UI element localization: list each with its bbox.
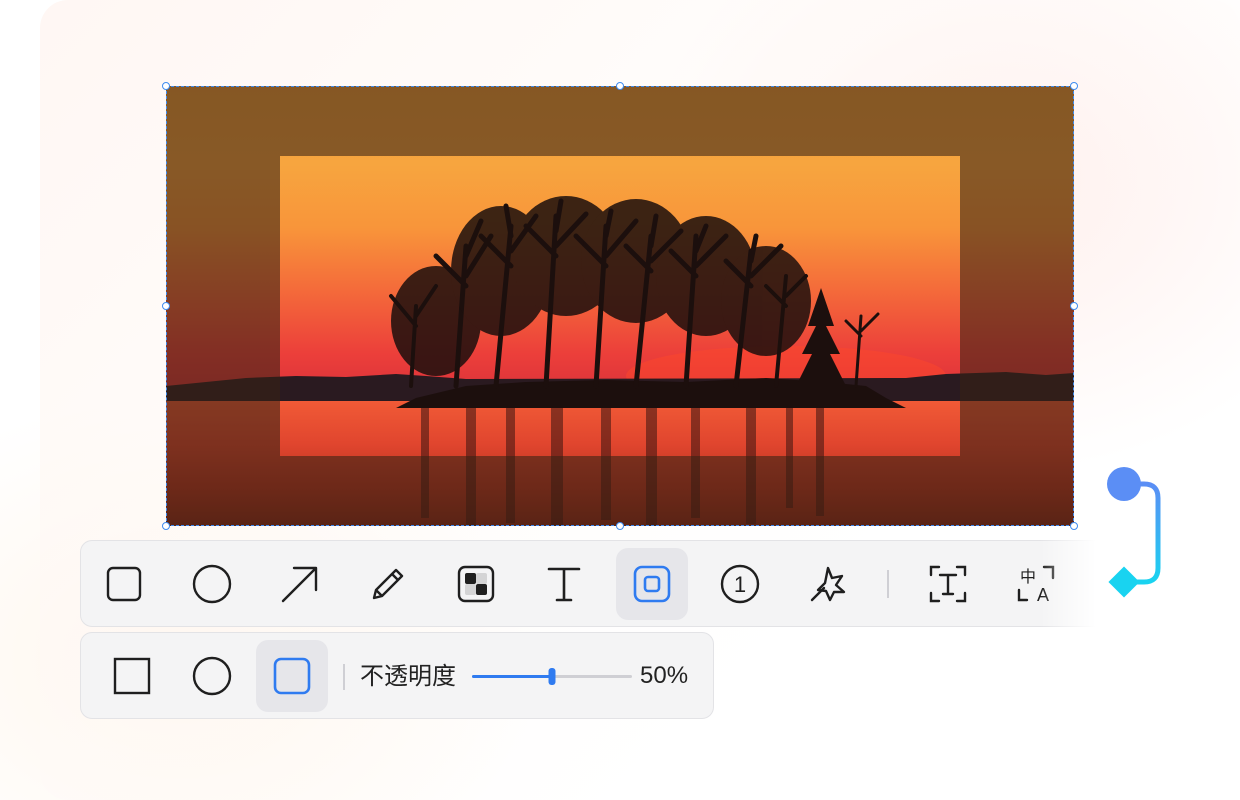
subbar-divider xyxy=(343,664,345,690)
square-shape-icon xyxy=(113,657,151,695)
connector-decoration xyxy=(1107,467,1161,598)
shape-rounded-rect-button[interactable] xyxy=(256,640,328,712)
mosaic-tool-button[interactable] xyxy=(440,548,512,620)
magic-wand-icon xyxy=(810,566,846,602)
number-marker-tool-button[interactable]: 1 xyxy=(704,548,776,620)
resize-handle-top[interactable] xyxy=(616,82,624,90)
magic-tool-button[interactable] xyxy=(792,548,864,620)
circle-icon xyxy=(192,564,232,604)
pen-tool-button[interactable] xyxy=(352,548,424,620)
pencil-icon xyxy=(372,568,404,600)
resize-handle-left[interactable] xyxy=(162,302,170,310)
numbered-marker-icon: 1 xyxy=(720,564,760,604)
resize-handle-bottom-right[interactable] xyxy=(1070,522,1078,530)
resize-handle-bottom[interactable] xyxy=(616,522,624,530)
arrow-tool-button[interactable] xyxy=(264,548,336,620)
spotlight-tool-button[interactable] xyxy=(616,548,688,620)
text-icon xyxy=(547,567,581,602)
opacity-value: 50% xyxy=(640,662,689,689)
translate-glyph-zh: 中 xyxy=(1020,567,1036,586)
ellipse-tool-button[interactable] xyxy=(176,548,248,620)
opacity-label: 不透明度 xyxy=(360,662,456,690)
rectangle-icon xyxy=(106,566,142,602)
opacity-slider[interactable] xyxy=(472,668,632,685)
text-tool-button[interactable] xyxy=(528,548,600,620)
circle-shape-icon xyxy=(192,656,232,696)
shape-square-button[interactable] xyxy=(96,640,168,712)
opacity-slider-fill xyxy=(472,675,552,678)
marker-number: 1 xyxy=(734,572,746,597)
toolbar-divider xyxy=(887,570,889,598)
rounded-square-shape-icon xyxy=(273,657,311,695)
arrow-icon xyxy=(281,566,318,603)
selection-frame[interactable] xyxy=(166,86,1074,526)
ocr-tool-button[interactable] xyxy=(912,548,984,620)
resize-handle-top-right[interactable] xyxy=(1070,82,1078,90)
opacity-slider-thumb[interactable] xyxy=(548,668,556,685)
rectangle-tool-button[interactable] xyxy=(88,548,160,620)
ocr-text-icon xyxy=(929,565,967,603)
resize-handle-bottom-left[interactable] xyxy=(162,522,170,530)
resize-handle-right[interactable] xyxy=(1070,302,1078,310)
resize-handle-top-left[interactable] xyxy=(162,82,170,90)
shape-circle-button[interactable] xyxy=(176,640,248,712)
spotlight-icon xyxy=(633,565,671,603)
mosaic-icon xyxy=(457,565,495,603)
